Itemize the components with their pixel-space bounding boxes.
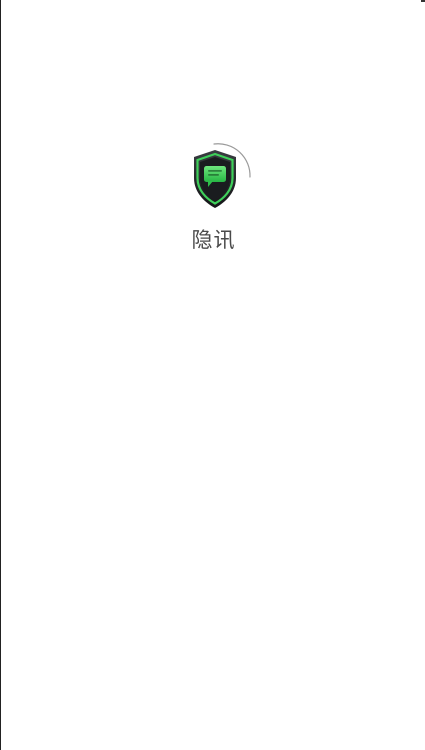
app-logo xyxy=(184,140,254,212)
splash-screen: 隐讯 xyxy=(0,0,425,750)
shield-chat-icon xyxy=(194,143,251,208)
app-name: 隐讯 xyxy=(191,228,236,252)
status-corner-mark xyxy=(421,0,425,2)
